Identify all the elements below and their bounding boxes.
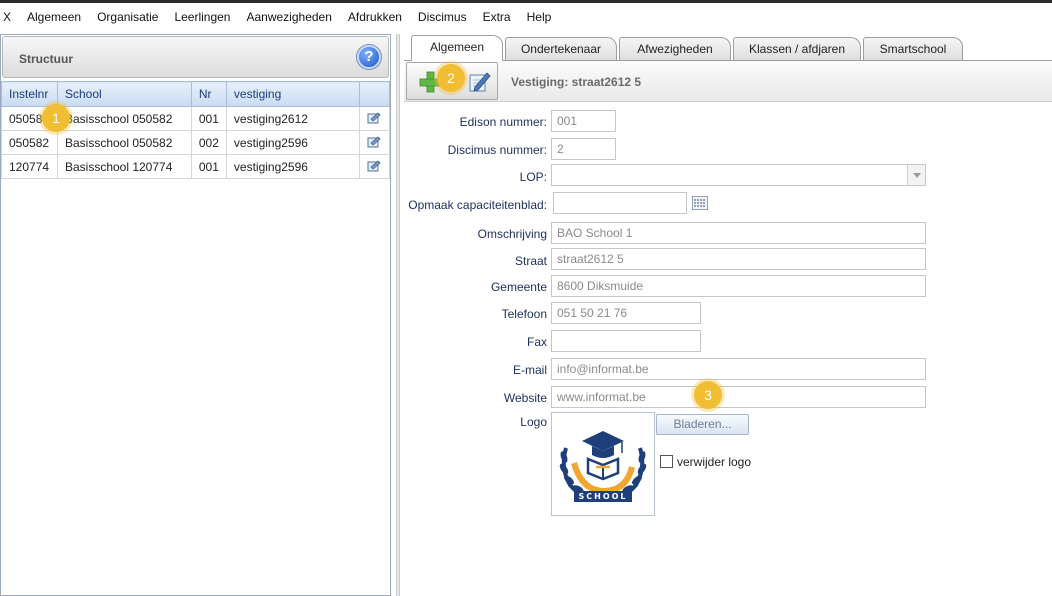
edison-label: Edison nummer:	[459, 115, 547, 129]
email-field[interactable]: info@informat.be	[551, 358, 926, 380]
menu-item-discimus[interactable]: Discimus	[410, 10, 475, 24]
lop-dropdown[interactable]	[551, 164, 926, 186]
telefoon-label: Telefoon	[501, 307, 547, 321]
opmaak-label: Opmaak capaciteitenblad:	[408, 198, 547, 212]
cell-action[interactable]	[359, 154, 390, 179]
email-label: E-mail	[512, 363, 547, 377]
tab-klassen-afdjaren[interactable]: Klassen / afdjaren	[733, 37, 861, 60]
omschrijving-field[interactable]: BAO School 1	[551, 222, 926, 244]
straat-field[interactable]: straat2612 5	[551, 248, 926, 270]
cell-vestiging[interactable]: vestiging2596	[225, 154, 361, 179]
column-header-vestiging[interactable]: vestiging	[225, 81, 361, 107]
logo-label: Logo	[520, 415, 547, 429]
gemeente-label: Gemeente	[490, 280, 547, 294]
column-header-instelnr[interactable]: Instelnr	[1, 81, 58, 107]
cell-instelnr[interactable]: 050582	[1, 130, 58, 155]
table-header-row: Instelnr School Nr vestiging	[1, 81, 390, 107]
toolbar: Vestiging: straat2612 5	[404, 61, 1052, 102]
menu-item-algemeen[interactable]: Algemeen	[19, 10, 89, 24]
menu-item-leerlingen[interactable]: Leerlingen	[166, 10, 238, 24]
column-header-actions	[359, 81, 390, 107]
tab-ondertekenaar[interactable]: Ondertekenaar	[505, 37, 617, 60]
lop-label: LOP:	[519, 170, 547, 184]
edit-icon[interactable]	[467, 70, 491, 94]
discimus-label: Discimus nummer:	[447, 143, 547, 157]
website-label: Website	[503, 391, 547, 405]
cell-school[interactable]: Basisschool 120774	[56, 154, 192, 179]
logo-ribbon-text: SCHOOL	[578, 492, 628, 501]
website-field[interactable]: www.informat.be	[551, 386, 926, 408]
edit-record-icon[interactable]	[367, 136, 381, 148]
window-top-border	[0, 0, 1052, 3]
menu-item-extra[interactable]: Extra	[475, 10, 519, 24]
cell-vestiging[interactable]: vestiging2596	[225, 130, 361, 155]
cell-action[interactable]	[359, 106, 390, 131]
cell-nr[interactable]: 002	[190, 130, 227, 155]
tab-algemeen[interactable]: Algemeen	[411, 35, 503, 61]
menu-bar: X Algemeen Organisatie Leerlingen Aanwez…	[0, 6, 1052, 28]
cell-nr[interactable]: 001	[190, 154, 227, 179]
opmaak-date-field[interactable]	[553, 192, 687, 214]
discimus-field[interactable]: 2	[551, 138, 616, 160]
telefoon-field[interactable]: 051 50 21 76	[551, 302, 701, 324]
step-badge-3: 3	[694, 381, 722, 409]
menu-item-help[interactable]: Help	[519, 10, 560, 24]
step-badge-2: 2	[437, 64, 465, 92]
table-row[interactable]: 120774 Basisschool 120774 001 vestiging2…	[1, 154, 390, 179]
cell-instelnr[interactable]: 120774	[1, 154, 58, 179]
cell-school[interactable]: Basisschool 050582	[56, 130, 192, 155]
gemeente-field[interactable]: 8600 Diksmuide	[551, 275, 926, 297]
tab-afwezigheden[interactable]: Afwezigheden	[619, 37, 731, 60]
tab-bar: Algemeen Ondertekenaar Afwezigheden Klas…	[411, 35, 1052, 61]
browse-button[interactable]: Bladeren...	[656, 414, 749, 435]
cell-action[interactable]	[359, 130, 390, 155]
logo-image: SCHOOL	[551, 412, 655, 516]
column-header-school[interactable]: School	[56, 81, 192, 107]
column-header-nr[interactable]: Nr	[190, 81, 227, 107]
edit-record-icon[interactable]	[367, 112, 381, 124]
menu-item-x[interactable]: X	[0, 10, 19, 24]
vestiging-title: Vestiging: straat2612 5	[511, 75, 642, 89]
step-badge-1: 1	[42, 104, 70, 132]
edison-field[interactable]: 001	[551, 110, 616, 132]
omschrijving-label: Omschrijving	[477, 227, 547, 241]
structure-title: Structuur	[19, 52, 73, 66]
cell-nr[interactable]: 001	[190, 106, 227, 131]
tab-smartschool[interactable]: Smartschool	[863, 37, 963, 60]
menu-item-afdrukken[interactable]: Afdrukken	[340, 10, 410, 24]
edit-record-icon[interactable]	[367, 160, 381, 172]
panel-splitter[interactable]	[396, 34, 400, 596]
remove-logo-checkbox[interactable]	[660, 455, 673, 468]
straat-label: Straat	[514, 254, 547, 268]
chevron-down-icon[interactable]	[907, 165, 925, 185]
menu-item-aanwezigheden[interactable]: Aanwezigheden	[238, 10, 339, 24]
help-icon[interactable]: ?	[357, 45, 381, 69]
remove-logo-label[interactable]: verwijder logo	[677, 455, 751, 469]
menu-item-organisatie[interactable]: Organisatie	[89, 10, 166, 24]
table-row[interactable]: 050582 Basisschool 050582 002 vestiging2…	[1, 130, 390, 155]
fax-label: Fax	[526, 335, 547, 349]
structure-header: Structuur ?	[2, 36, 389, 78]
cell-school[interactable]: Basisschool 050582	[56, 106, 192, 131]
cell-vestiging[interactable]: vestiging2612	[225, 106, 361, 131]
fax-field[interactable]	[551, 330, 701, 352]
calendar-icon[interactable]	[692, 196, 708, 210]
